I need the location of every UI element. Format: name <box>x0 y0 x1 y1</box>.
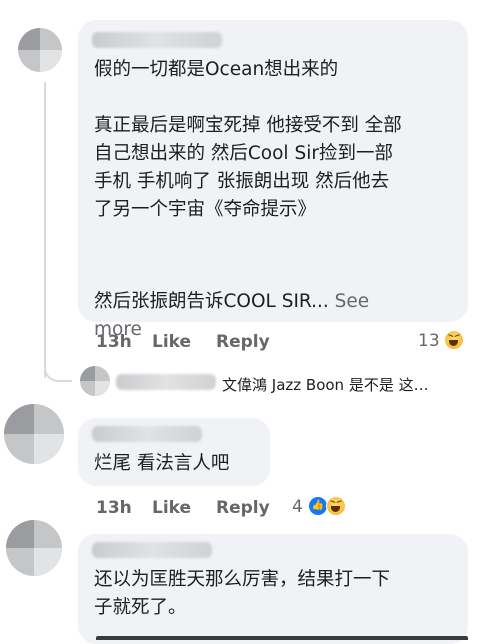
comment-bubble-2: 烂尾 看法言人吧 <box>78 418 270 486</box>
avatar[interactable] <box>6 520 62 576</box>
thread-curve <box>44 356 72 382</box>
truncated-text: 然后张振朗告诉COOL SIR... <box>94 291 335 312</box>
haha-icon[interactable] <box>326 496 346 516</box>
timestamp[interactable]: 13h <box>96 332 132 352</box>
comment-bubble-3: 还以为匡胜天那么厉害，结果打一下 子就死了。 <box>78 534 468 644</box>
avatar[interactable] <box>80 366 110 396</box>
comment-text: 还以为匡胜天那么厉害，结果打一下 子就死了。 <box>94 569 391 618</box>
haha-icon[interactable] <box>444 330 464 350</box>
reaction-count[interactable]: 13 <box>418 331 440 351</box>
reply-preview-text[interactable]: 文偉鴻 Jazz Boon 是不是 这… <box>222 374 429 395</box>
next-comment-edge <box>96 636 468 640</box>
timestamp[interactable]: 13h <box>96 498 132 518</box>
comment-text: 烂尾 看法言人吧 <box>94 453 230 474</box>
commenter-name[interactable] <box>92 32 222 48</box>
comment-bubble-1: 假的一切都是Ocean想出来的 真正最后是啊宝死掉 他接受不到 全部 自己想出来… <box>78 20 468 340</box>
comment-text: 假的一切都是Ocean想出来的 <box>94 59 339 80</box>
avatar[interactable] <box>4 404 64 464</box>
reply-button[interactable]: Reply <box>216 498 270 518</box>
commenter-name[interactable] <box>92 542 212 558</box>
reaction-count[interactable]: 4 <box>292 497 303 517</box>
commenter-name[interactable] <box>92 426 202 442</box>
reply-button[interactable]: Reply <box>216 332 270 352</box>
avatar[interactable] <box>18 28 62 72</box>
comment-text: 真正最后是啊宝死掉 他接受不到 全部 自己想出来的 然后Cool Sir捡到一部… <box>94 115 402 220</box>
thread-line <box>44 82 46 378</box>
like-icon[interactable]: 👍 <box>308 496 328 516</box>
like-button[interactable]: Like <box>152 498 191 518</box>
like-button[interactable]: Like <box>152 332 191 352</box>
replier-name[interactable] <box>116 374 216 390</box>
